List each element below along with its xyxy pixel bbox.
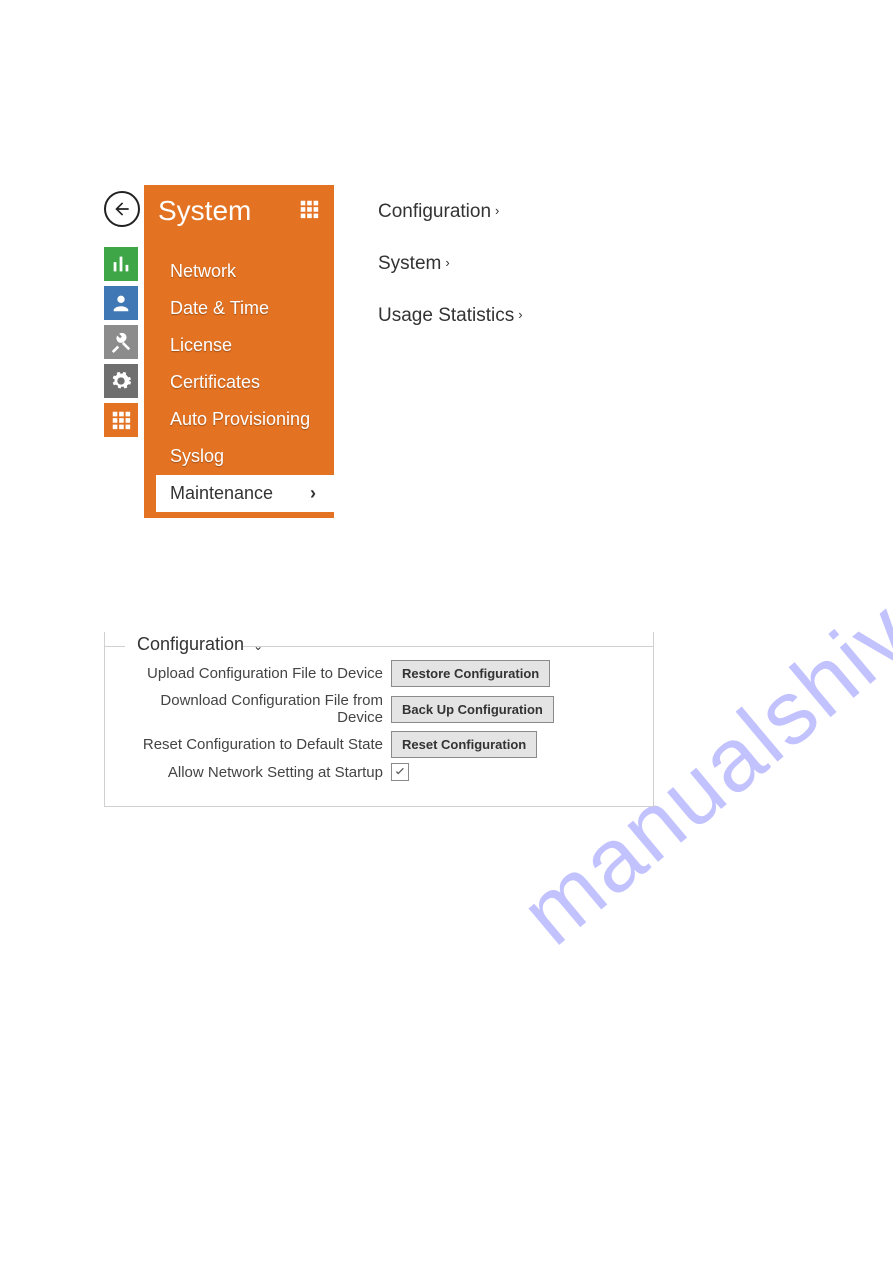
menu-item-maintenance[interactable]: Maintenance › [156, 475, 334, 512]
link-label: Usage Statistics [378, 305, 514, 326]
backup-configuration-button[interactable]: Back Up Configuration [391, 696, 554, 723]
content-links: Configuration › System › Usage Statistics › [378, 185, 523, 327]
row-download: Download Configuration File from Device … [125, 692, 633, 726]
link-label: System [378, 253, 441, 274]
menu-item-syslog[interactable]: Syslog [144, 438, 334, 475]
link-label: Configuration [378, 201, 491, 222]
row-allow-network: Allow Network Setting at Startup [125, 763, 633, 781]
link-usage-statistics[interactable]: Usage Statistics › [378, 305, 523, 327]
label-reset: Reset Configuration to Default State [125, 736, 383, 753]
arrow-left-icon [112, 199, 132, 219]
gear-icon [110, 370, 132, 392]
row-reset: Reset Configuration to Default State Res… [125, 731, 633, 758]
menu-label: Syslog [170, 446, 224, 466]
nav-grid[interactable] [104, 403, 138, 437]
menu-item-network[interactable]: Network [144, 253, 334, 290]
check-icon [393, 765, 407, 779]
nav-stats[interactable] [104, 247, 138, 281]
system-sidebar: System Network Date & Time License Certi… [144, 185, 334, 518]
nav-users[interactable] [104, 286, 138, 320]
configuration-legend[interactable]: Configuration ⌄ [131, 634, 269, 655]
bar-chart-icon [110, 253, 132, 275]
chevron-down-icon: ⌄ [253, 639, 263, 653]
users-icon [110, 292, 132, 314]
menu-item-auto-provisioning[interactable]: Auto Provisioning [144, 401, 334, 438]
menu-label: Certificates [170, 372, 260, 392]
link-configuration[interactable]: Configuration › [378, 201, 523, 223]
chevron-right-icon: › [518, 307, 522, 322]
grid-icon[interactable] [298, 198, 320, 225]
menu-label: License [170, 335, 232, 355]
chevron-right-icon: › [310, 483, 316, 504]
menu-item-certificates[interactable]: Certificates [144, 364, 334, 401]
reset-configuration-button[interactable]: Reset Configuration [391, 731, 537, 758]
tools-icon [110, 331, 132, 353]
chevron-right-icon: › [495, 203, 499, 218]
legend-label: Configuration [137, 634, 244, 654]
chevron-right-icon: › [445, 255, 449, 270]
nav-settings[interactable] [104, 364, 138, 398]
label-upload: Upload Configuration File to Device [125, 665, 383, 682]
menu-label: Auto Provisioning [170, 409, 310, 429]
allow-network-checkbox[interactable] [391, 763, 409, 781]
menu-item-license[interactable]: License [144, 327, 334, 364]
sidebar-title: System [158, 195, 251, 227]
menu-label: Network [170, 261, 236, 281]
row-upload: Upload Configuration File to Device Rest… [125, 660, 633, 687]
menu-item-date-time[interactable]: Date & Time [144, 290, 334, 327]
menu-label: Maintenance [170, 483, 273, 504]
menu-label: Date & Time [170, 298, 269, 318]
back-button[interactable] [104, 191, 140, 227]
label-download: Download Configuration File from Device [125, 692, 383, 726]
label-allow-network: Allow Network Setting at Startup [125, 764, 383, 781]
grid-icon [110, 409, 132, 431]
restore-configuration-button[interactable]: Restore Configuration [391, 660, 550, 687]
configuration-panel: Configuration ⌄ Upload Configuration Fil… [104, 632, 654, 807]
link-system[interactable]: System › [378, 253, 523, 275]
nav-tools[interactable] [104, 325, 138, 359]
